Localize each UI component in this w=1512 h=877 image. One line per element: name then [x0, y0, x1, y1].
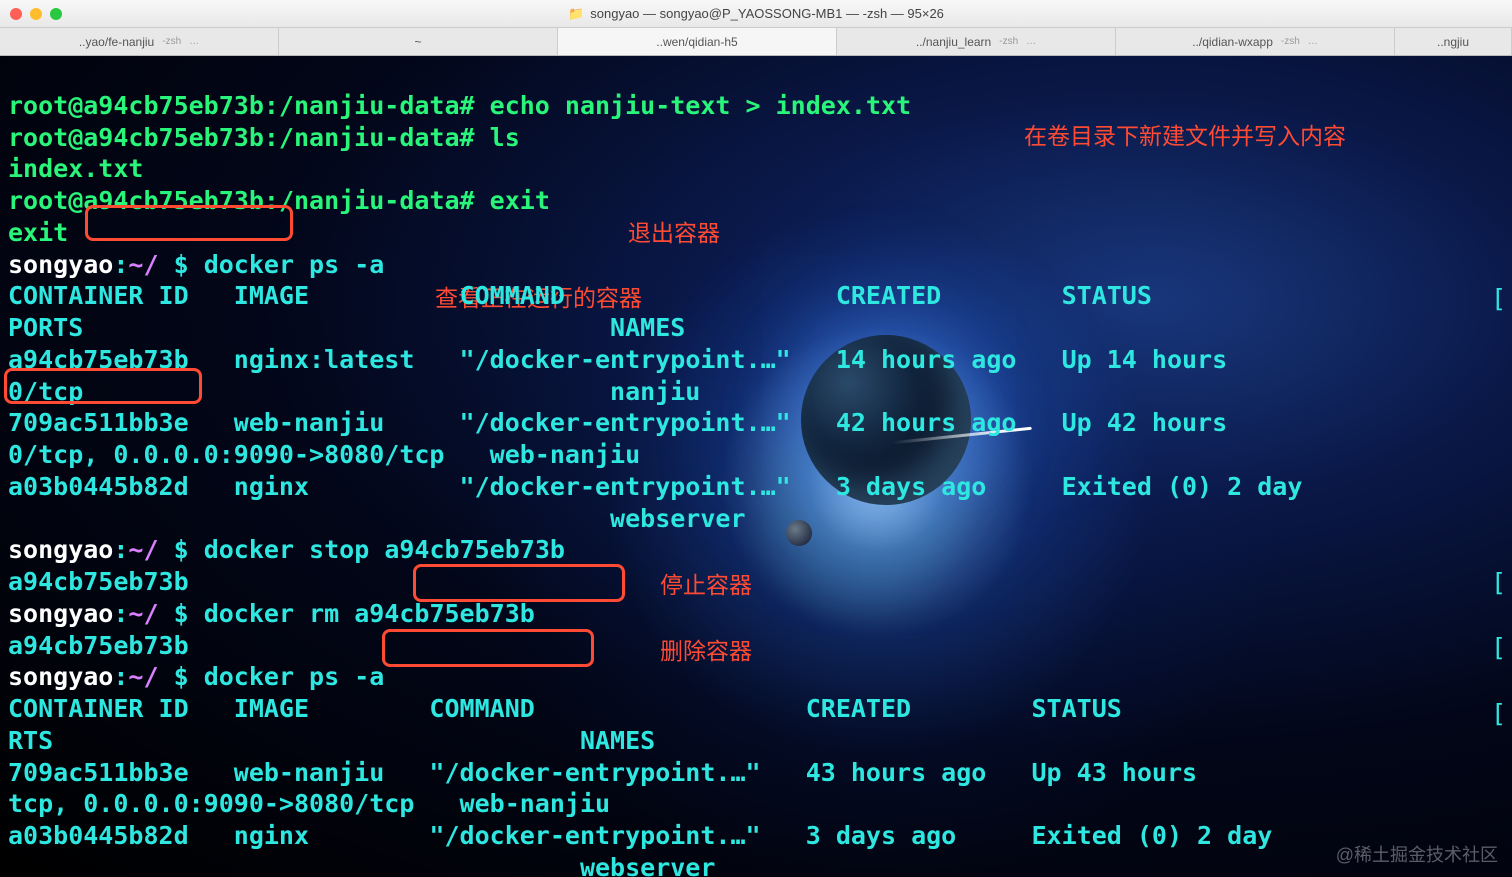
cmd-exit: exit — [490, 186, 550, 215]
row: 709ac511bb3e web-nanjiu "/docker-entrypo… — [8, 408, 1257, 437]
docker-header: CONTAINER ID IMAGE COMMAND CREATED STATU… — [8, 694, 1227, 723]
cmd-docker-rm: docker rm — [204, 599, 355, 628]
tab-label: ../nanjiu_learn — [916, 35, 991, 49]
tab-label: ..ngjiu — [1437, 35, 1469, 49]
tab-shell: -zsh — [1281, 36, 1300, 47]
maximize-icon[interactable] — [50, 8, 62, 20]
hl-container-host — [85, 205, 293, 241]
cmd-stop-id: a94cb75eb73b — [384, 535, 565, 564]
row: a03b0445b82d nginx "/docker-entrypoint.…… — [8, 821, 1272, 850]
bracket-icon: [ — [1491, 567, 1506, 599]
minimize-icon[interactable] — [30, 8, 42, 20]
cmd-rm-id: a94cb75eb73b — [354, 599, 535, 628]
cmd-docker-ps2: docker ps -a — [204, 662, 385, 691]
bracket-icon: [ — [1491, 283, 1506, 315]
terminal-output: root@a94cb75eb73b:/nanjiu-data# echo nan… — [0, 56, 1512, 877]
row-cont: webserver — [8, 853, 715, 877]
ps1-user: songyao — [8, 662, 113, 691]
terminal-window: 📁 songyao — songyao@P_YAOSSONG-MB1 — -zs… — [0, 0, 1512, 877]
prompt-p1: root@ — [8, 186, 83, 215]
out-ls: index.txt — [8, 154, 143, 183]
docker-header2: RTS NAMES — [8, 726, 655, 755]
hl-rm-id — [382, 629, 594, 667]
tab-fe-nanjiu[interactable]: ..yao/fe-nanjiu -zsh … — [0, 28, 279, 55]
row-cont: 0/tcp, 0.0.0.0:9090->8080/tcp web-nanjiu — [8, 440, 640, 469]
ps1-path: ~/ — [128, 662, 173, 691]
ps1-path: ~/ — [128, 535, 173, 564]
tab-nanjiu-learn[interactable]: ../nanjiu_learn -zsh … — [837, 28, 1116, 55]
ps1-dollar: $ — [174, 599, 204, 628]
ps1-dollar: $ — [174, 250, 204, 279]
row: a03b0445b82d nginx "/docker-entrypoint.…… — [8, 472, 1302, 501]
cmd-echo: echo nanjiu-text > index.txt — [490, 91, 911, 120]
ps1-sep: : — [113, 535, 128, 564]
ps1-dollar: $ — [174, 535, 204, 564]
prompt: root@a94cb75eb73b:/nanjiu-data# — [8, 123, 490, 152]
titlebar[interactable]: 📁 songyao — songyao@P_YAOSSONG-MB1 — -zs… — [0, 0, 1512, 28]
prompt-p2: :/nanjiu-data# — [264, 186, 490, 215]
cmd-ls: ls — [490, 123, 520, 152]
ps1-user: songyao — [8, 599, 113, 628]
prompt: root@a94cb75eb73b:/nanjiu-data# — [8, 91, 490, 120]
row-cont: tcp, 0.0.0.0:9090->8080/tcp web-nanjiu — [8, 789, 610, 818]
row: 709ac511bb3e web-nanjiu "/docker-entrypo… — [8, 758, 1227, 787]
cmd-docker-stop: docker stop — [204, 535, 385, 564]
tab-qidian-wxapp[interactable]: ../qidian-wxapp -zsh … — [1116, 28, 1395, 55]
out-stop: a94cb75eb73b — [8, 567, 189, 596]
window-title-text: songyao — songyao@P_YAOSSONG-MB1 — -zsh … — [590, 6, 944, 21]
hl-row-id — [4, 368, 202, 404]
ps1-path: ~/ — [128, 250, 173, 279]
tab-ellipsis: … — [1308, 36, 1318, 47]
bracket-icon: [ — [1491, 698, 1506, 730]
tab-label: ..wen/qidian-h5 — [656, 35, 737, 49]
hl-stop-id — [413, 564, 625, 602]
ps1-sep: : — [113, 599, 128, 628]
traffic-lights — [10, 8, 62, 20]
tab-label: ~ — [414, 35, 421, 49]
cmd-docker-ps: docker ps -a — [204, 250, 385, 279]
tab-shell: -zsh — [162, 36, 181, 47]
ps1-user: songyao — [8, 250, 113, 279]
row-cont: webserver — [8, 504, 746, 533]
tab-qidian-h5[interactable]: ..wen/qidian-h5 — [558, 28, 837, 55]
ps1-user: songyao — [8, 535, 113, 564]
watermark: @稀土掘金技术社区 — [1336, 844, 1498, 867]
ps1-path: ~/ — [128, 599, 173, 628]
docker-header: CONTAINER ID IMAGE COMMAND CREATED STATU… — [8, 281, 1257, 310]
ps1-dollar: $ — [174, 662, 204, 691]
out-rm: a94cb75eb73b — [8, 631, 189, 660]
out-exit: exit — [8, 218, 68, 247]
folder-icon: 📁 — [568, 6, 584, 22]
tab-ellipsis: … — [189, 36, 199, 47]
tab-ngjiu[interactable]: ..ngjiu — [1395, 28, 1512, 55]
terminal-viewport[interactable]: 在卷目录下新建文件并写入内容 退出容器 查看正在运行的容器 停止容器 删除容器 … — [0, 56, 1512, 877]
bracket-icon: [ — [1491, 632, 1506, 664]
tab-shell: -zsh — [999, 36, 1018, 47]
row-rest: nginx:latest "/docker-entrypoint.…" 14 h… — [189, 345, 1258, 374]
tabbar: ..yao/fe-nanjiu -zsh … ~ ..wen/qidian-h5… — [0, 28, 1512, 56]
tab-ellipsis: … — [1026, 36, 1036, 47]
docker-header2: PORTS NAMES — [8, 313, 685, 342]
ps1-sep: : — [113, 662, 128, 691]
tab-label: ..yao/fe-nanjiu — [79, 35, 154, 49]
tab-home[interactable]: ~ — [279, 28, 558, 55]
close-icon[interactable] — [10, 8, 22, 20]
ps1-sep: : — [113, 250, 128, 279]
window-title: 📁 songyao — songyao@P_YAOSSONG-MB1 — -zs… — [568, 6, 944, 22]
tab-label: ../qidian-wxapp — [1192, 35, 1273, 49]
